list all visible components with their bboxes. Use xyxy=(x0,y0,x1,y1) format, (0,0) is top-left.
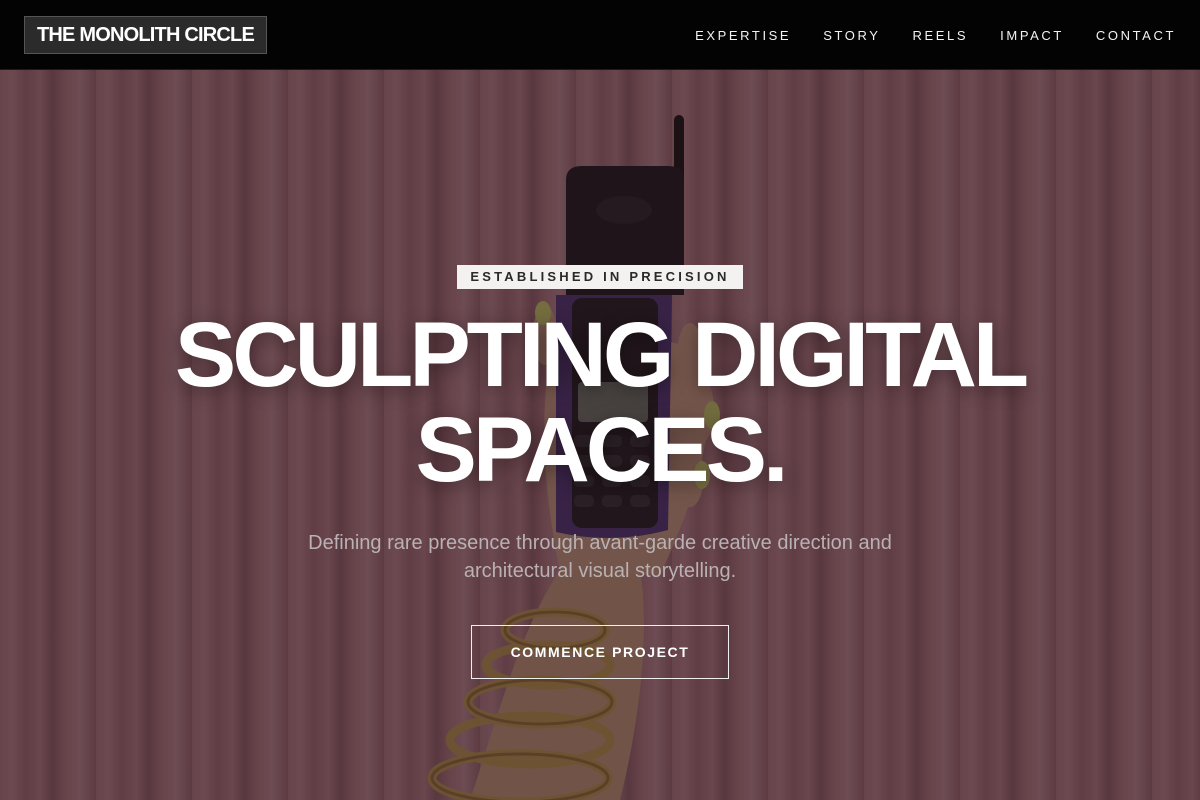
nav-link-reels[interactable]: REELS xyxy=(913,28,969,43)
nav-link-expertise[interactable]: EXPERTISE xyxy=(695,28,791,43)
nav-link-impact[interactable]: IMPACT xyxy=(1000,28,1064,43)
hero-headline-line-2: SPACES. xyxy=(415,399,788,501)
brand-logo[interactable]: THE MONOLITH CIRCLE xyxy=(24,16,268,54)
commence-project-button[interactable]: COMMENCE PROJECT xyxy=(471,625,729,679)
hero-headline: SCULPTING DIGITAL SPACES. xyxy=(0,308,1200,498)
nav-link-contact[interactable]: CONTACT xyxy=(1096,28,1176,43)
hero-content: ESTABLISHED IN PRECISION SCULPTING DIGIT… xyxy=(0,70,1200,800)
hero-headline-line-1: SCULPTING DIGITAL xyxy=(174,304,1029,406)
hero-subtitle: Defining rare presence through avant-gar… xyxy=(308,532,892,582)
site-header: THE MONOLITH CIRCLE EXPERTISE STORY REEL… xyxy=(0,0,1200,70)
hero-badge: ESTABLISHED IN PRECISION xyxy=(457,265,743,289)
landing-page: THE MONOLITH CIRCLE EXPERTISE STORY REEL… xyxy=(0,0,1200,800)
nav-link-story[interactable]: STORY xyxy=(823,28,880,43)
main-nav: EXPERTISE STORY REELS IMPACT CONTACT xyxy=(695,0,1176,70)
